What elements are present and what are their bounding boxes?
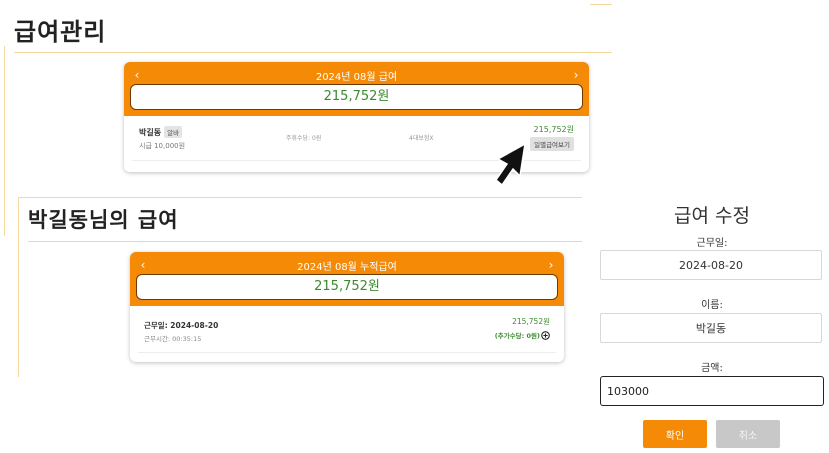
top-corner-line xyxy=(590,4,612,5)
work-day-row[interactable]: 근무일: 2024-08-20 근무시간: 00:35:15 215,752원 … xyxy=(130,306,564,362)
employee-name-line: 박길동 알바 xyxy=(139,126,183,138)
plus-circle-icon[interactable] xyxy=(541,330,550,340)
prev-month-button[interactable]: ‹ xyxy=(136,258,150,272)
work-date: 근무일: 2024-08-20 xyxy=(144,321,219,330)
hourly-wage: 시급 10,000원 xyxy=(139,142,186,150)
monthly-pay-header: ‹ 2024년 08월 급여 › 215,752원 xyxy=(124,62,589,116)
monthly-pay-title: 2024년 08월 급여 xyxy=(315,71,398,83)
arrow-cursor-icon xyxy=(494,142,526,187)
extra-pay-amount: (추가수당: 0원) xyxy=(494,332,540,340)
cumulative-pay-card: ‹ 2024년 08월 누적급여 › 215,752원 근무일: 2024-08… xyxy=(130,252,564,362)
cumulative-pay-title: 2024년 08월 누적급여 xyxy=(297,261,397,273)
edit-form-title: 급여 수정 xyxy=(674,205,750,227)
amount-label: 금액: xyxy=(701,363,723,374)
prev-month-button[interactable]: ‹ xyxy=(130,68,144,82)
extra-pay-line: (추가수당: 0원) xyxy=(495,330,550,340)
date-label: 근무일: xyxy=(696,238,728,249)
next-month-button[interactable]: › xyxy=(544,258,558,272)
detail-title: 박길동님의 급여 xyxy=(28,208,179,232)
work-time: 근무시간: 00:35:15 xyxy=(144,335,202,343)
extra-pay: 주휴수당: 0원 xyxy=(286,135,322,142)
left-guide-line xyxy=(4,46,5,236)
work-day-amount: 215,752원 xyxy=(512,317,550,326)
confirm-button[interactable]: 확인 xyxy=(643,420,707,448)
cumulative-total: 215,752원 xyxy=(136,274,558,300)
title-divider xyxy=(14,52,612,53)
employee-amount: 215,752원 xyxy=(533,125,574,134)
cumulative-pay-header: ‹ 2024년 08월 누적급여 › 215,752원 xyxy=(130,252,564,306)
cancel-button[interactable]: 취소 xyxy=(716,420,780,448)
next-month-button[interactable]: › xyxy=(569,68,583,82)
date-field[interactable]: 2024-08-20 xyxy=(600,250,822,280)
amount-input[interactable] xyxy=(600,376,824,406)
daily-pay-button[interactable]: 일별급여보기 xyxy=(530,137,574,151)
detail-left-line xyxy=(18,197,19,377)
detail-top-line xyxy=(18,197,582,198)
monthly-total: 215,752원 xyxy=(130,84,583,110)
name-field[interactable]: 박길동 xyxy=(600,313,822,343)
row-divider xyxy=(138,352,556,353)
employee-type-badge: 알바 xyxy=(164,126,183,138)
employee-name: 박길동 xyxy=(139,128,162,137)
insurance-status: 4대보험X xyxy=(409,135,434,142)
page-title: 급여관리 xyxy=(14,18,107,46)
name-label: 이름: xyxy=(701,300,723,311)
detail-title-divider xyxy=(28,241,582,242)
